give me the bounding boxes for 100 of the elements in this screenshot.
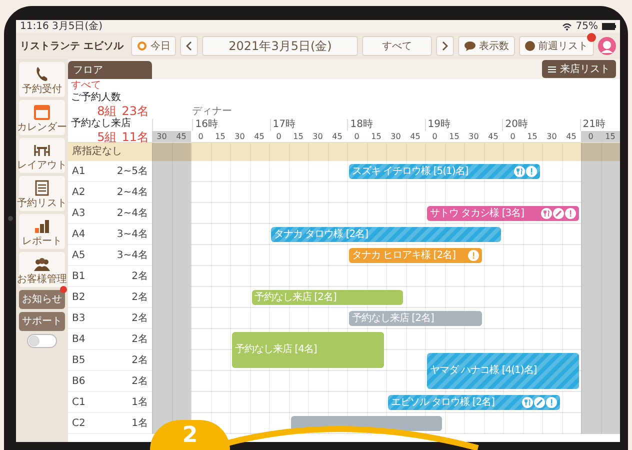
- table-name: A1: [72, 164, 86, 178]
- minute-label: 30: [390, 131, 402, 142]
- table-capacity: 1名: [132, 416, 148, 430]
- minute-label: 30: [152, 131, 172, 142]
- table-name: A3: [72, 206, 86, 220]
- table-capacity: 2名: [132, 312, 148, 326]
- minute-label: 15: [214, 131, 226, 142]
- date-button[interactable]: 2021年3月5日(金): [202, 36, 358, 56]
- reservation-label: エビソル タロウ様 [2名]: [391, 396, 495, 408]
- filter-dropdown[interactable]: すべて: [362, 36, 432, 56]
- bar-chart-icon: [33, 217, 51, 235]
- hour-label: 20時: [505, 119, 528, 130]
- group-count: 5組: [97, 130, 117, 144]
- minute-label: 0: [275, 131, 282, 142]
- avatar-icon[interactable]: [598, 37, 616, 55]
- minute-label: 30: [468, 131, 480, 142]
- reservation-label: 予約なし来店 [4名]: [234, 344, 317, 356]
- restaurant-name: リストランテ エビソル: [20, 40, 124, 54]
- table-name: C1: [72, 396, 86, 410]
- table-capacity: 2名: [132, 270, 148, 284]
- circle-icon: [525, 41, 535, 51]
- sidebar-item[interactable]: カレンダー: [19, 100, 65, 135]
- battery-icon: [602, 23, 616, 30]
- table-name: A4: [72, 228, 86, 242]
- table-name: B3: [72, 312, 86, 326]
- today-button[interactable]: 今日: [131, 36, 176, 56]
- minute-label: 0: [197, 131, 204, 142]
- minute-label: 0: [509, 131, 516, 142]
- calendar-icon: [33, 103, 51, 121]
- minute-label: 0: [581, 131, 600, 142]
- table-capacity: 2~4名: [116, 206, 148, 220]
- sidebar-item[interactable]: レポート: [19, 214, 65, 249]
- sidebar-item[interactable]: 予約受付: [19, 62, 65, 97]
- notification-badge: [587, 33, 596, 42]
- table-capacity: 3~4名: [116, 228, 148, 242]
- reservation-label: 予約なし来店 [2名]: [352, 312, 434, 324]
- table-capacity: 2~4名: [116, 186, 148, 200]
- visit-list-button[interactable]: 来店リスト: [542, 60, 616, 78]
- minute-label: 45: [331, 131, 344, 142]
- stat-label: 予約なし来店: [71, 118, 132, 130]
- sidebar-item[interactable]: 予約リスト: [19, 176, 65, 211]
- reservation-label: 予約なし来店 [2名]: [254, 292, 336, 304]
- hour-label: 21時: [582, 119, 606, 130]
- status-time: 11:16 3月5日(金): [20, 20, 103, 33]
- table-name: B1: [72, 270, 86, 284]
- reservation-label: スズキ イチロウ様 [5(1)名]: [352, 166, 468, 178]
- minute-label: 30: [312, 131, 324, 142]
- floor-tab[interactable]: フロア: [68, 61, 152, 79]
- table-name: A2: [72, 186, 86, 200]
- sidebar-item[interactable]: レイアウト: [19, 138, 65, 173]
- minute-label: 15: [370, 131, 382, 142]
- table-name: C2: [72, 416, 86, 430]
- sidebar-item[interactable]: お客様管理: [19, 252, 65, 287]
- table-name: B2: [72, 290, 86, 304]
- hour-label: 17時: [272, 119, 296, 130]
- stat-label: ご予約人数: [71, 92, 122, 104]
- list-button[interactable]: 前週リスト: [519, 36, 594, 56]
- hour-label: 19時: [428, 119, 450, 130]
- minute-label: 30: [546, 131, 558, 142]
- camera-lens: [8, 216, 13, 221]
- table-name: B4: [72, 332, 86, 346]
- toggle-switch[interactable]: [27, 334, 57, 348]
- wifi-icon: [562, 22, 572, 30]
- display-count-button[interactable]: 表示数: [458, 36, 515, 56]
- battery-level: 75%: [576, 20, 598, 33]
- minute-label: 30: [234, 131, 246, 142]
- table-capacity: 2名: [132, 332, 148, 346]
- table-capacity: 3~4名: [116, 248, 148, 262]
- chevron-left-icon: [186, 41, 192, 51]
- table-name: B6: [72, 374, 86, 388]
- hour-label: 18時: [350, 119, 373, 130]
- minute-label: 15: [600, 131, 620, 142]
- table-capacity: 2~5名: [116, 164, 148, 178]
- reservation-label: サトウ タカシ様 [3名]: [430, 208, 524, 220]
- table-capacity: 2名: [132, 290, 148, 304]
- unassigned-label: 席指定なし: [68, 143, 152, 161]
- filter-label: すべて: [71, 80, 102, 92]
- table-name: A5: [72, 248, 86, 262]
- minute-label: 15: [292, 131, 304, 142]
- table-capacity: 2名: [132, 374, 148, 388]
- reservation-bar[interactable]: サトウ タカシ様 [3名]: [427, 206, 579, 221]
- speech-bubble-icon: [464, 41, 476, 51]
- hour-label: 16時: [195, 119, 218, 130]
- next-button[interactable]: [436, 36, 454, 56]
- people-icon: [33, 255, 51, 273]
- minute-label: 45: [487, 131, 500, 142]
- previous-button[interactable]: [180, 36, 198, 56]
- minute-label: 45: [565, 131, 578, 142]
- minute-label: 45: [172, 131, 191, 142]
- table-capacity: 1名: [132, 396, 148, 410]
- reservation-label: タナカ ヒロアキ様 [2名]: [352, 250, 456, 262]
- chevron-right-icon: [442, 41, 448, 51]
- menu-icon: [548, 66, 556, 72]
- minute-label: 15: [448, 131, 460, 142]
- minute-label: 15: [526, 131, 538, 142]
- list-icon: [33, 179, 51, 197]
- minute-label: 45: [409, 131, 422, 142]
- people-count: 11名: [122, 130, 149, 144]
- sidebar-button[interactable]: サポート: [19, 312, 65, 331]
- table-capacity: 2名: [132, 354, 148, 368]
